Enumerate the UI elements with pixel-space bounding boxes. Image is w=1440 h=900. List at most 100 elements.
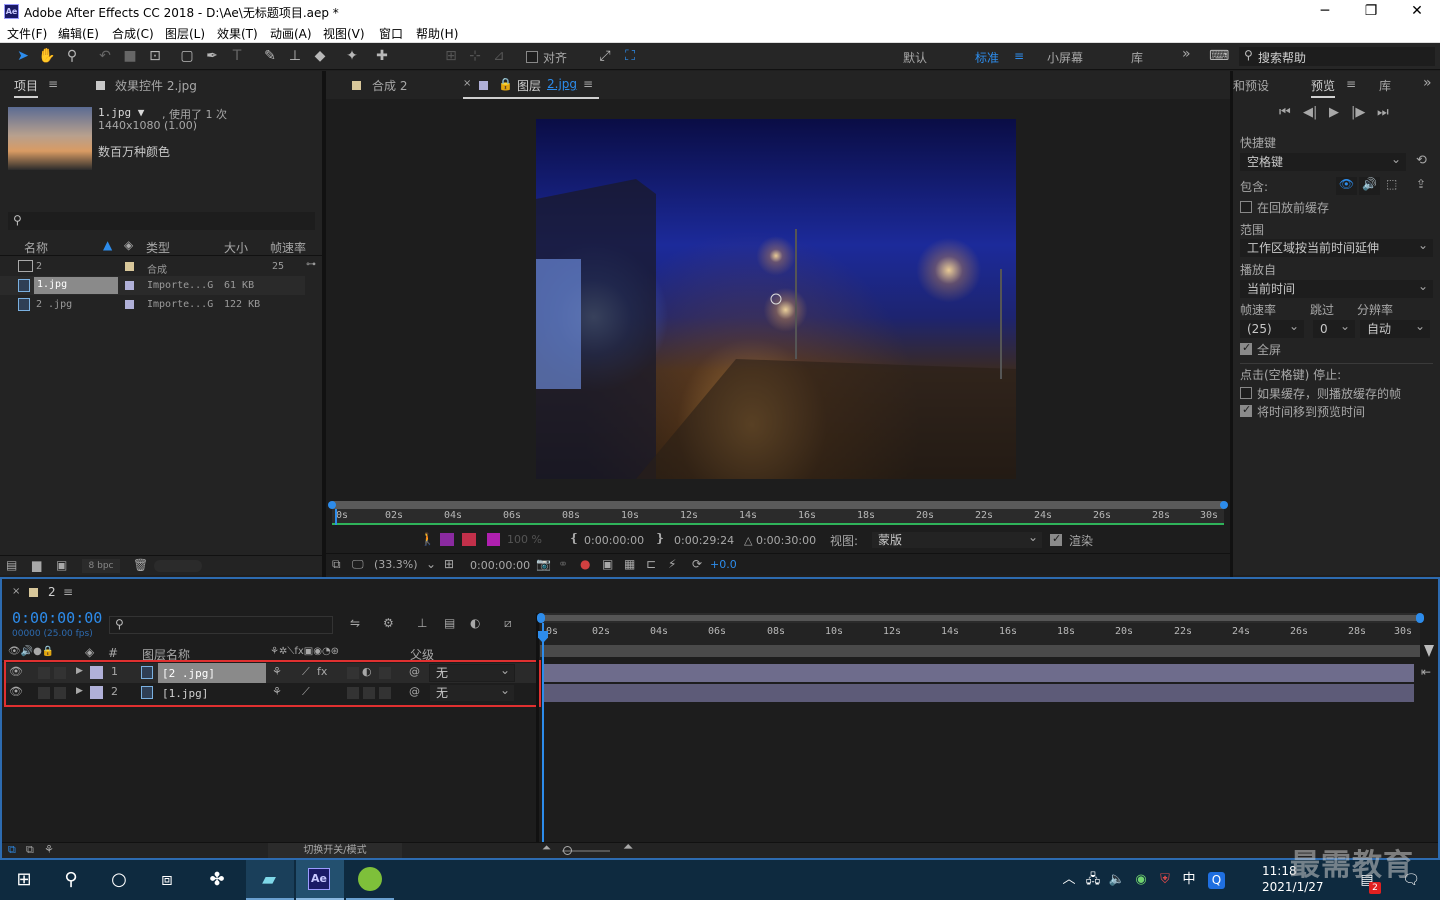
interpret-footage-icon[interactable]: ▤: [6, 558, 17, 572]
menu-help[interactable]: 帮助(H): [416, 25, 458, 42]
menu-file[interactable]: 文件(F): [7, 25, 47, 42]
playhead[interactable]: [335, 509, 337, 525]
workspace-menu-icon[interactable]: ≡: [1014, 49, 1024, 63]
play-icon[interactable]: ▶: [1329, 105, 1339, 120]
selection-tool-icon[interactable]: ➤: [14, 47, 32, 65]
work-area-end-handle[interactable]: [1220, 501, 1228, 509]
opacity-value[interactable]: 100 %: [507, 533, 542, 546]
comp-mini-flowchart-icon[interactable]: ⇋: [350, 616, 360, 630]
reset-exposure-icon[interactable]: ⟳: [692, 557, 702, 571]
include-overlays-icon[interactable]: ⬚: [1386, 177, 1397, 191]
time-navigator-bar[interactable]: [540, 615, 1420, 621]
play-from-dropdown[interactable]: 当前时间: [1240, 278, 1433, 298]
timeline-divider[interactable]: [536, 613, 539, 843]
transparency-grid-icon[interactable]: ▦: [624, 557, 635, 571]
navigator-start-handle[interactable]: [537, 613, 545, 623]
workspace-libraries[interactable]: 库: [1131, 49, 1143, 66]
timeline-time-ruler[interactable]: 0s 02s 04s 06s 08s 10s 12s 14s 16s 18s 2…: [540, 623, 1420, 645]
render-checkbox[interactable]: [1050, 532, 1062, 546]
task-view-icon[interactable]: ⧈: [154, 868, 180, 892]
type-tool-icon[interactable]: T: [228, 47, 246, 65]
navigator-end-handle[interactable]: [1416, 613, 1424, 623]
snap-edges-icon[interactable]: ⤢: [596, 47, 614, 65]
show-snapshot-icon[interactable]: ⚭: [558, 557, 568, 571]
include-audio-icon[interactable]: 🔊: [1359, 177, 1380, 195]
region-of-interest-icon[interactable]: ▣: [602, 557, 613, 571]
next-frame-icon[interactable]: |▶: [1351, 105, 1365, 120]
sort-ascending-icon[interactable]: ▲: [103, 238, 112, 252]
close-timeline-tab-icon[interactable]: ×: [12, 586, 20, 597]
menu-layer[interactable]: 图层(L): [165, 25, 205, 42]
workspace-standard[interactable]: 标准: [975, 49, 999, 66]
viewer-time-ruler[interactable]: 0s 02s 04s 06s 08s 10s 12s 14s 16s 18s 2…: [328, 501, 1228, 525]
bit-depth-button[interactable]: 8 bpc: [82, 559, 120, 573]
toggle-switches-modes-button[interactable]: 切换开关/模式: [268, 843, 402, 858]
taskbar-app-slot-active[interactable]: Ae: [296, 860, 344, 900]
viewer-timecode[interactable]: 0:00:00:00: [470, 559, 530, 572]
range-dropdown[interactable]: 工作区域按当前时间延伸: [1240, 237, 1433, 257]
play-cached-checkbox[interactable]: [1240, 387, 1252, 399]
layer-duration-bar[interactable]: [542, 684, 1414, 702]
frame-rate-dropdown[interactable]: (25): [1240, 318, 1304, 338]
safe-zones-icon[interactable]: ⊞: [444, 557, 454, 571]
security-shield-icon[interactable]: ⛨: [1152, 868, 1178, 892]
volume-icon[interactable]: 🔈: [1104, 868, 1130, 892]
workspace-overflow-icon[interactable]: »: [1182, 46, 1191, 62]
col-name[interactable]: 名称: [24, 239, 48, 256]
shortcut-dropdown[interactable]: 空格键: [1240, 151, 1406, 171]
nvidia-icon[interactable]: ◉: [1128, 868, 1154, 892]
close-button[interactable]: ✕: [1394, 0, 1440, 23]
workspace-default[interactable]: 默认: [903, 49, 927, 66]
display-icon[interactable]: 🖵: [352, 557, 364, 572]
tab-preview-menu-icon[interactable]: ≡: [1346, 77, 1356, 91]
menu-window[interactable]: 窗口: [379, 25, 403, 42]
project-row[interactable]: 1.jpg Importe...G 61 KB: [0, 276, 305, 295]
comp-flowchart-icon[interactable]: ⊏: [646, 557, 656, 571]
color-swatch-icon[interactable]: [487, 533, 500, 546]
in-point-icon[interactable]: ❴: [569, 531, 579, 545]
frame-blending-icon[interactable]: ▤: [444, 616, 455, 630]
tab-project-menu-icon[interactable]: ≡: [48, 77, 58, 91]
flowchart-icon[interactable]: ⊶: [306, 259, 316, 270]
pan-behind-tool-icon[interactable]: ⊡: [146, 47, 164, 65]
minimize-button[interactable]: ─: [1302, 0, 1348, 23]
out-point-icon[interactable]: ❵: [655, 531, 665, 545]
timeline-tab-menu-icon[interactable]: ≡: [63, 585, 73, 599]
rectangle-tool-icon[interactable]: ▢: [178, 47, 196, 65]
menu-animation[interactable]: 动画(A): [270, 25, 312, 42]
fullscreen-checkbox[interactable]: [1240, 341, 1252, 355]
workspace-small-screen[interactable]: 小屏幕: [1047, 49, 1083, 66]
eraser-tool-icon[interactable]: ◆: [311, 47, 329, 65]
tab-preview[interactable]: 预览: [1311, 77, 1336, 98]
snap-features-icon[interactable]: ⛶: [621, 47, 639, 65]
world-axis-icon[interactable]: ⊹: [466, 47, 484, 65]
magnification-toggle-icon[interactable]: ⧉: [332, 557, 341, 572]
trash-icon[interactable]: 🗑: [133, 558, 148, 572]
maximize-button[interactable]: ❐: [1348, 0, 1394, 23]
lock-icon[interactable]: 🔒: [498, 77, 513, 91]
timeline-timecode[interactable]: 0:00:00:00: [12, 609, 102, 627]
previous-frame-icon[interactable]: ◀|: [1303, 105, 1317, 120]
tab-layer-prefix[interactable]: 图层: [517, 77, 541, 94]
project-search-input[interactable]: ⚲: [8, 212, 315, 230]
tab-effects-presets[interactable]: 和预设: [1233, 77, 1269, 94]
shy-layers-icon[interactable]: ⊥: [417, 616, 427, 630]
fast-preview-icon[interactable]: ⚡: [668, 557, 676, 571]
timeline-playhead[interactable]: [542, 623, 544, 842]
zoom-tool-icon[interactable]: ⚲: [63, 47, 81, 65]
pen-tool-icon[interactable]: ✒: [203, 47, 221, 65]
timeline-end-icon[interactable]: ⇤: [1421, 665, 1431, 679]
first-frame-icon[interactable]: ⏮: [1279, 105, 1291, 120]
comp-marker-bin-icon[interactable]: [1424, 645, 1434, 657]
layer-switches-toggle-icon[interactable]: ⧉: [8, 843, 16, 857]
work-area-range[interactable]: [540, 645, 1420, 657]
zoom-dropdown[interactable]: (33.3%): [374, 558, 418, 571]
cache-before-playback-checkbox[interactable]: [1240, 201, 1252, 213]
motion-path-icon[interactable]: 🚶: [420, 532, 435, 546]
last-frame-icon[interactable]: ⏭: [1377, 105, 1389, 120]
ime-indicator[interactable]: 中: [1176, 868, 1202, 892]
puppet-pin-tool-icon[interactable]: ✚: [373, 47, 391, 65]
tab-effects-controls[interactable]: 效果控件 2.jpg: [115, 77, 197, 94]
search-icon[interactable]: ⚲: [58, 868, 84, 892]
show-hidden-icons-chevron-icon[interactable]: ︿: [1056, 868, 1082, 892]
